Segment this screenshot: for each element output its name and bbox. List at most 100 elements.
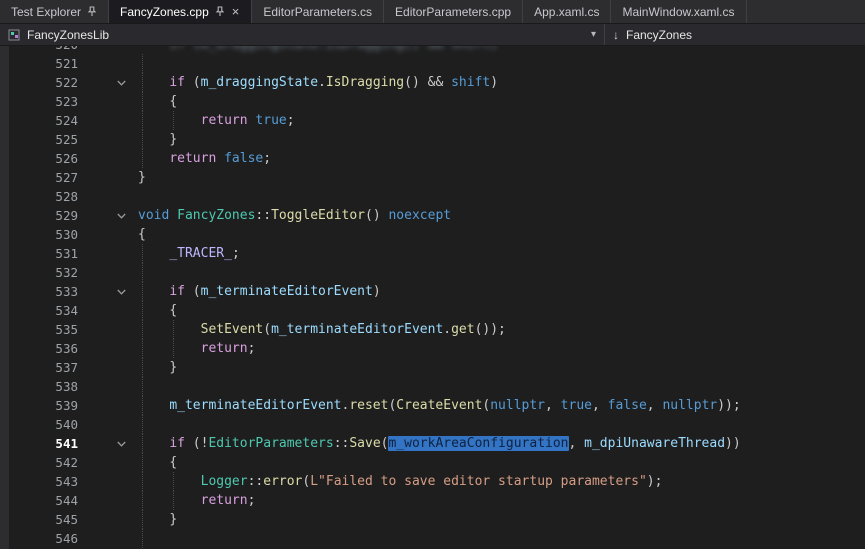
line-number: 523 [9,92,78,111]
line-number: 522 [9,73,78,92]
line-number: 541 [9,434,78,453]
token: false [608,398,647,413]
code-text[interactable]: void FancyZones::ToggleEditor() noexcept [138,206,865,225]
code-text[interactable]: if (!EditorParameters::Save(m_workAreaCo… [138,434,865,453]
code-text[interactable]: } [138,358,865,377]
tab-fancyzones-cpp[interactable]: FancyZones.cpp× [109,0,252,23]
code-line-536[interactable]: 536 return; [0,339,865,358]
fold-margin [78,46,138,54]
code-text[interactable]: _TRACER_; [138,244,865,263]
code-text[interactable] [138,377,865,396]
line-number: 531 [9,244,78,263]
token: true [255,113,286,128]
chevron-down-icon[interactable]: ▾ [591,29,596,40]
code-line-544[interactable]: 544 return; [0,491,865,510]
indent-guide [142,244,143,263]
code-line-546[interactable]: 546 [0,529,865,548]
code-text[interactable]: return true; [138,111,865,130]
tab-editorparameters-cs[interactable]: EditorParameters.cs [252,0,384,23]
code-line-527[interactable]: 527} [0,168,865,187]
code-text[interactable]: return; [138,339,865,358]
tab-mainwindow-xaml-cs[interactable]: MainWindow.xaml.cs [611,0,746,23]
code-line-541[interactable]: 541 if (!EditorParameters::Save(m_workAr… [0,434,865,453]
code-text[interactable]: { [138,92,865,111]
code-line-535[interactable]: 535 SetEvent(m_terminateEditorEvent.get(… [0,320,865,339]
project-dropdown[interactable]: FancyZonesLib ▾ [0,24,604,45]
code-line-528[interactable]: 528 [0,187,865,206]
code-line-520[interactable]: 520 if (m_draggingState.IsDragging() && … [0,46,865,54]
code-line-532[interactable]: 532 [0,263,865,282]
token: , [647,398,663,413]
token: true [561,398,592,413]
close-icon[interactable]: × [231,5,241,18]
code-text[interactable]: } [138,510,865,529]
token: :: [334,436,350,451]
line-number: 545 [9,510,78,529]
token: return [201,493,248,508]
code-line-522[interactable]: 522 if (m_draggingState.IsDragging() && … [0,73,865,92]
code-line-523[interactable]: 523 { [0,92,865,111]
tab-app-xaml-cs[interactable]: App.xaml.cs [523,0,611,23]
code-text[interactable]: { [138,225,865,244]
token: )) [725,436,741,451]
tab-test-explorer[interactable]: Test Explorer [0,0,109,23]
code-text[interactable]: return; [138,491,865,510]
code-editor[interactable]: 520 if (m_draggingState.IsDragging() && … [0,46,865,549]
fold-chevron-icon[interactable] [78,73,138,92]
fold-chevron-icon[interactable] [78,206,138,225]
code-line-537[interactable]: 537 } [0,358,865,377]
code-text[interactable]: m_terminateEditorEvent.reset(CreateEvent… [138,396,865,415]
code-line-521[interactable]: 521 [0,54,865,73]
fold-margin [78,54,138,73]
code-text[interactable]: if (m_draggingState.IsDragging() && shif… [138,46,865,54]
code-text[interactable]: { [138,301,865,320]
code-line-543[interactable]: 543 Logger::error(L"Failed to save edito… [0,472,865,491]
project-icon [8,29,20,41]
code-text[interactable] [138,263,865,282]
pin-icon[interactable] [87,6,97,17]
tab-editorparameters-cpp[interactable]: EditorParameters.cpp [384,0,523,23]
code-line-545[interactable]: 545 } [0,510,865,529]
token: if [169,436,185,451]
code-line-526[interactable]: 526 return false; [0,149,865,168]
code-text[interactable]: if (m_terminateEditorEvent) [138,282,865,301]
code-line-534[interactable]: 534 { [0,301,865,320]
selected-text: m_workAreaConfiguration [388,436,568,451]
token: , [592,398,608,413]
indent-guide [142,358,143,377]
code-text[interactable]: } [138,130,865,149]
code-text[interactable]: Logger::error(L"Failed to save editor st… [138,472,865,491]
code-text[interactable]: { [138,453,865,472]
code-line-540[interactable]: 540 [0,415,865,434]
code-text[interactable]: } [138,168,865,187]
code-line-530[interactable]: 530{ [0,225,865,244]
symbol-name: FancyZones [626,28,692,42]
code-line-539[interactable]: 539 m_terminateEditorEvent.reset(CreateE… [0,396,865,415]
code-text[interactable]: if (m_draggingState.IsDragging() && shif… [138,73,865,92]
code-line-531[interactable]: 531 _TRACER_; [0,244,865,263]
token: nullptr [662,398,717,413]
token: ; [248,493,256,508]
code-line-524[interactable]: 524 return true; [0,111,865,130]
code-text[interactable] [138,187,865,206]
pin-icon[interactable] [215,6,225,17]
token: && [428,75,451,90]
code-line-525[interactable]: 525 } [0,130,865,149]
code-text[interactable]: SetEvent(m_terminateEditorEvent.get()); [138,320,865,339]
token: return [169,151,216,166]
symbol-dropdown[interactable]: ↓ FancyZones [605,24,865,45]
code-line-542[interactable]: 542 { [0,453,865,472]
fold-chevron-icon[interactable] [78,434,138,453]
fold-margin [78,491,138,510]
breakpoint-margin[interactable] [0,46,9,549]
code-text[interactable] [138,529,865,548]
line-number: 540 [9,415,78,434]
token: ) [373,284,381,299]
code-text[interactable] [138,54,865,73]
code-text[interactable] [138,415,865,434]
code-line-538[interactable]: 538 [0,377,865,396]
fold-chevron-icon[interactable] [78,282,138,301]
code-line-529[interactable]: 529void FancyZones::ToggleEditor() noexc… [0,206,865,225]
code-text[interactable]: return false; [138,149,865,168]
code-line-533[interactable]: 533 if (m_terminateEditorEvent) [0,282,865,301]
